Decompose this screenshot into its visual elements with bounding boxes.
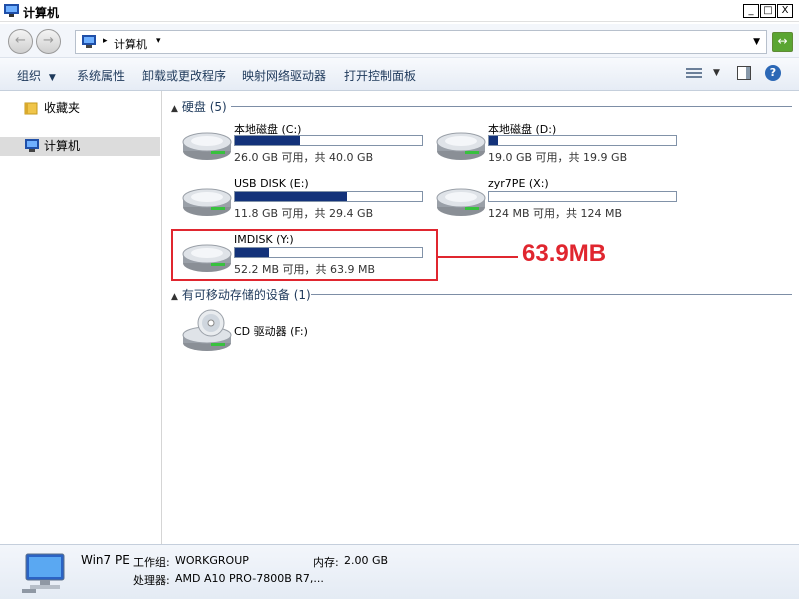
group-header-removable[interactable]: ▲ 有可移动存储的设备 (1) <box>171 286 311 303</box>
sidebar-item-favorites[interactable]: 收藏夹 <box>0 99 160 118</box>
drive-size: 124 MB 可用，共 124 MB <box>488 207 623 220</box>
drive-name: zyr7PE (X:) <box>488 177 549 190</box>
usage-fill <box>489 136 499 145</box>
computer-name: Win7 PE <box>81 553 130 567</box>
navigation-bar: ← → ▸ 计算机 ▾ ▼ ↔ <box>0 24 799 58</box>
workgroup-label: 工作组: <box>133 556 170 569</box>
refresh-button[interactable]: ↔ <box>772 32 793 52</box>
usage-bar <box>234 135 423 146</box>
group-divider <box>311 294 792 295</box>
group-header-hard-disks[interactable]: ▲ 硬盘 (5) <box>171 98 227 115</box>
drive-c[interactable]: 本地磁盘 (C:) 26.0 GB 可用，共 40.0 GB <box>181 121 431 165</box>
drive-f[interactable]: CD 驱动器 (F:) <box>181 309 431 353</box>
drive-e[interactable]: USB DISK (E:) 11.8 GB 可用，共 29.4 GB <box>181 177 431 221</box>
window-title: 计算机 <box>23 6 60 20</box>
processor-label: 处理器: <box>133 574 170 587</box>
sidebar-item-label: 计算机 <box>44 139 81 153</box>
map-network-drive-button[interactable]: 映射网络驱动器 <box>242 67 326 84</box>
address-bar[interactable]: ▸ 计算机 ▾ ▼ <box>75 30 767 54</box>
dropdown-arrow-icon: ▼ <box>48 73 56 83</box>
hard-drive-icon <box>436 132 486 160</box>
organize-label: 组织 <box>17 69 42 83</box>
usage-bar <box>488 135 677 146</box>
group-divider <box>231 106 792 107</box>
collapse-icon[interactable]: ▲ <box>171 104 178 114</box>
forward-button[interactable]: → <box>36 29 61 54</box>
computer-icon <box>82 35 96 48</box>
usage-bar <box>234 191 423 202</box>
close-button[interactable]: X <box>777 4 793 18</box>
hard-drive-icon <box>436 188 486 216</box>
drive-name: USB DISK (E:) <box>234 177 309 190</box>
usage-bar <box>488 191 677 202</box>
hard-drive-icon <box>182 132 232 160</box>
drive-size: 19.0 GB 可用，共 19.9 GB <box>488 151 628 164</box>
details-pane: Win7 PE 工作组: WORKGROUP 内存: 2.00 GB 处理器: … <box>0 544 799 599</box>
annotation-highlight-box <box>171 229 438 281</box>
drive-x[interactable]: zyr7PE (X:) 124 MB 可用，共 124 MB <box>435 177 685 221</box>
computer-icon <box>22 553 65 593</box>
collapse-icon[interactable]: ▲ <box>171 292 178 302</box>
usage-fill <box>235 136 301 145</box>
memory-value: 2.00 GB <box>344 554 389 567</box>
help-button[interactable]: ? <box>765 65 781 81</box>
uninstall-program-button[interactable]: 卸载或更改程序 <box>142 67 226 84</box>
breadcrumb-computer[interactable]: 计算机 <box>114 36 147 52</box>
hard-drive-icon <box>182 188 232 216</box>
usage-fill <box>235 192 348 201</box>
title-bar: 计算机 _ □ X <box>0 0 799 22</box>
workgroup-value: WORKGROUP <box>175 554 249 567</box>
folder-star-icon <box>24 102 38 115</box>
sidebar-item-computer[interactable]: 计算机 <box>0 137 160 156</box>
annotation-connector-line <box>438 256 518 258</box>
drive-d[interactable]: 本地磁盘 (D:) 19.0 GB 可用，共 19.9 GB <box>435 121 685 165</box>
address-dropdown-icon[interactable]: ▼ <box>753 37 760 47</box>
back-button[interactable]: ← <box>8 29 33 54</box>
drive-size: 26.0 GB 可用，共 40.0 GB <box>234 151 374 164</box>
processor-value: AMD A10 PRO-7800B R7,... <box>175 572 324 585</box>
computer-icon <box>4 4 19 17</box>
computer-icon <box>25 139 39 152</box>
sidebar-item-label: 收藏夹 <box>44 101 81 115</box>
navigation-pane: 收藏夹 计算机 <box>0 91 162 544</box>
view-options-icon[interactable] <box>686 66 702 80</box>
cd-drive-icon <box>182 309 232 351</box>
annotation-label: 63.9MB <box>522 240 607 267</box>
system-properties-button[interactable]: 系统属性 <box>77 67 125 84</box>
drive-name: CD 驱动器 (F:) <box>234 325 308 338</box>
memory-label: 内存: <box>313 556 339 569</box>
preview-pane-icon[interactable] <box>737 66 751 80</box>
breadcrumb-arrow-icon[interactable]: ▸ <box>103 36 108 46</box>
maximize-button[interactable]: □ <box>760 4 776 18</box>
organize-menu[interactable]: 组织 ▼ <box>17 67 56 84</box>
minimize-button[interactable]: _ <box>743 4 759 18</box>
drive-size: 11.8 GB 可用，共 29.4 GB <box>234 207 374 220</box>
file-list: ▲ 硬盘 (5) 本地磁盘 (C:) 26.0 GB 可用，共 40.0 GB 本… <box>163 91 799 544</box>
breadcrumb-arrow-icon[interactable]: ▾ <box>156 36 161 46</box>
view-dropdown-icon[interactable]: ▼ <box>713 68 720 78</box>
command-bar: 组织 ▼ 系统属性 卸载或更改程序 映射网络驱动器 打开控制面板 ▼ ? <box>0 58 799 91</box>
open-control-panel-button[interactable]: 打开控制面板 <box>344 67 416 84</box>
